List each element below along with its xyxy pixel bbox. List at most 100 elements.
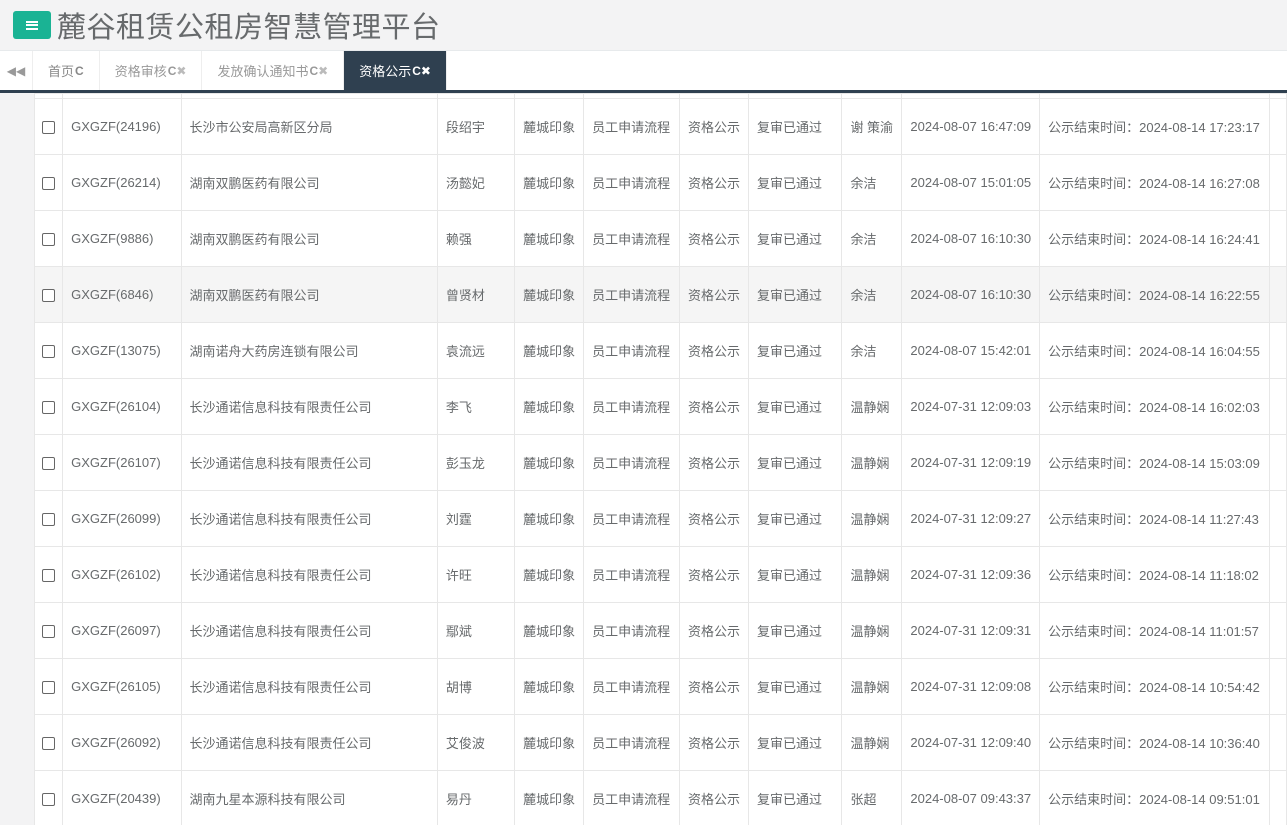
cell-reviewer: 温静娴 xyxy=(841,602,903,659)
table-row[interactable]: GXGZF(9886) 湖南双鹏医药有限公司 赖强 麓城印象 员工申请流程 资格公示 复审已… xyxy=(34,210,1287,267)
cell-end: 公示结束时间：2024-08-14 11:27:43 xyxy=(1039,490,1270,547)
cell-code: GXGZF(26099) xyxy=(62,490,182,547)
row-checkbox[interactable] xyxy=(42,121,56,135)
table-row[interactable]: GXGZF(26214) 湖南双鹏医药有限公司 汤懿妃 麓城印象 员工申请流程 资格公示复… xyxy=(34,154,1287,211)
cell-overflow xyxy=(1268,770,1287,825)
table-row[interactable]: GXGZF(6846) 湖南双鹏医药有限公司 曾贤材 麓城印象 员工申请流程 资格公示 复审… xyxy=(34,266,1287,323)
cell-name: 彭玉龙 xyxy=(436,434,516,491)
cell-flow: 员工申请流程 xyxy=(583,770,680,825)
cell-stage: 资格公示 xyxy=(678,770,749,825)
row-select-cell xyxy=(34,546,64,603)
cell-project: 麓城印象 xyxy=(514,770,585,825)
table-row[interactable]: GXGZF(24196) 长沙市公安局高新区分局 段绍宇 麓城印象 员工申请流程 资格公示… xyxy=(34,98,1287,155)
cell-status: 复审已通过 xyxy=(747,266,843,323)
row-checkbox[interactable] xyxy=(42,457,56,471)
table-row[interactable]: GXGZF(26104) 长沙通诺信息科技有限责任公司 李飞 麓城印象 员工申请流程 资格… xyxy=(34,378,1287,435)
refresh-icon[interactable]: C xyxy=(412,64,421,78)
cell-flow: 员工申请流程 xyxy=(583,266,680,323)
cell-stage: 资格公示 xyxy=(678,434,749,491)
cell-stage: 资格公示 xyxy=(678,210,749,267)
close-icon[interactable]: ✖ xyxy=(421,64,431,78)
cell-flow: 员工申请流程 xyxy=(583,490,680,547)
cell-project: 麓城印象 xyxy=(514,434,585,491)
refresh-icon[interactable]: C xyxy=(75,64,84,78)
cell-date: 2024-07-31 12:09:36 xyxy=(901,546,1041,603)
cell-code: GXGZF(26104) xyxy=(62,378,182,435)
tab-scroll-left-button[interactable]: ◀◀ xyxy=(0,51,33,90)
cell-date: 2024-07-31 12:09:19 xyxy=(901,434,1041,491)
cell-overflow xyxy=(1268,378,1287,435)
row-checkbox[interactable] xyxy=(42,401,56,415)
row-checkbox[interactable] xyxy=(42,569,56,583)
tab-label: 资格公示 xyxy=(359,64,412,79)
cell-date: 2024-07-31 12:09:31 xyxy=(901,602,1041,659)
table-row[interactable]: GXGZF(20439) 湖南九星本源科技有限公司 易丹 麓城印象 员工申请流程 资格公示… xyxy=(34,770,1287,825)
cell-project: 麓城印象 xyxy=(514,266,585,323)
cell-status: 复审已通过 xyxy=(747,490,843,547)
cell-date: 2024-08-07 16:47:09 xyxy=(901,98,1041,155)
row-checkbox[interactable] xyxy=(42,681,56,695)
row-checkbox[interactable] xyxy=(42,793,56,807)
tab-bar: ◀◀ 首页 C 资格审核 C ✖ 发放确认通知书 C ✖ 资格公示 C ✖ xyxy=(0,50,1287,93)
cell-company: 长沙通诺信息科技有限责任公司 xyxy=(180,378,438,435)
table-row[interactable]: GXGZF(26092) 长沙通诺信息科技有限责任公司 艾俊波 麓城印象 员工申请流程资… xyxy=(34,714,1287,771)
cell-end: 公示结束时间：2024-08-14 16:27:08 xyxy=(1039,154,1270,211)
data-table-container[interactable]: GXGZF(24196) 长沙市公安局高新区分局 段绍宇 麓城印象 员工申请流程 资格公示… xyxy=(34,93,1287,825)
cell-status: 复审已通过 xyxy=(747,98,843,155)
tab-home[interactable]: 首页 C xyxy=(33,51,100,90)
cell-flow: 员工申请流程 xyxy=(583,546,680,603)
refresh-icon[interactable]: C xyxy=(309,64,318,78)
cell-flow: 员工申请流程 xyxy=(583,658,680,715)
cell-project: 麓城印象 xyxy=(514,546,585,603)
row-checkbox[interactable] xyxy=(42,345,56,359)
cell-company: 长沙通诺信息科技有限责任公司 xyxy=(180,602,438,659)
table-row[interactable]: GXGZF(26102) 长沙通诺信息科技有限责任公司 许旺 麓城印象 员工申请流程 资格… xyxy=(34,546,1287,603)
tab-qualification-review[interactable]: 资格审核 C ✖ xyxy=(100,51,203,90)
cell-end: 公示结束时间：2024-08-14 09:51:01 xyxy=(1039,770,1270,825)
refresh-icon[interactable]: C xyxy=(168,64,177,78)
cell-date: 2024-08-07 15:01:05 xyxy=(901,154,1041,211)
table-row[interactable]: GXGZF(13075) 湖南诺舟大药房连锁有限公司 袁流远 麓城印象 员工申请流程 资格… xyxy=(34,322,1287,379)
row-checkbox[interactable] xyxy=(42,737,56,751)
cell-date: 2024-07-31 12:09:08 xyxy=(901,658,1041,715)
cell-code: GXGZF(9886) xyxy=(62,210,182,267)
menu-toggle-button[interactable] xyxy=(13,11,51,39)
table-row[interactable]: GXGZF(26107) 长沙通诺信息科技有限责任公司 彭玉龙 麓城印象 员工申请流程资… xyxy=(34,434,1287,491)
cell-company: 长沙通诺信息科技有限责任公司 xyxy=(180,434,438,491)
cell-project: 麓城印象 xyxy=(514,322,585,379)
row-checkbox[interactable] xyxy=(42,513,56,527)
cell-stage: 资格公示 xyxy=(678,322,749,379)
cell-company: 长沙通诺信息科技有限责任公司 xyxy=(180,490,438,547)
row-checkbox[interactable] xyxy=(42,289,56,303)
row-select-cell xyxy=(34,266,64,323)
row-checkbox[interactable] xyxy=(42,625,56,639)
table-row[interactable]: GXGZF(26097) 长沙通诺信息科技有限责任公司 鄢斌 麓城印象 员工申请流程 资格… xyxy=(34,602,1287,659)
row-select-cell xyxy=(34,434,64,491)
tab-label: 首页 xyxy=(48,64,75,79)
cell-flow: 员工申请流程 xyxy=(583,154,680,211)
row-select-cell xyxy=(34,602,64,659)
cell-overflow xyxy=(1268,602,1287,659)
tab-issue-confirmation-notice[interactable]: 发放确认通知书 C ✖ xyxy=(202,51,345,90)
cell-status: 复审已通过 xyxy=(747,210,843,267)
table-row[interactable]: GXGZF(26105) 长沙通诺信息科技有限责任公司 胡博 麓城印象 员工申请流程 资格… xyxy=(34,658,1287,715)
cell-stage: 资格公示 xyxy=(678,658,749,715)
cell-name: 曾贤材 xyxy=(436,266,516,323)
cell-project: 麓城印象 xyxy=(514,714,585,771)
cell-company: 长沙通诺信息科技有限责任公司 xyxy=(180,658,438,715)
close-icon[interactable]: ✖ xyxy=(318,64,328,78)
cell-name: 许旺 xyxy=(436,546,516,603)
table-row[interactable]: GXGZF(26099) 长沙通诺信息科技有限责任公司 刘霆 麓城印象 员工申请流程 资格… xyxy=(34,490,1287,547)
cell-code: GXGZF(13075) xyxy=(62,322,182,379)
row-checkbox[interactable] xyxy=(42,233,56,247)
cell-name: 赖强 xyxy=(436,210,516,267)
row-checkbox[interactable] xyxy=(42,177,56,191)
close-icon[interactable]: ✖ xyxy=(176,64,186,78)
cell-company: 湖南双鹏医药有限公司 xyxy=(180,154,438,211)
cell-status: 复审已通过 xyxy=(747,322,843,379)
cell-date: 2024-07-31 12:09:27 xyxy=(901,490,1041,547)
cell-project: 麓城印象 xyxy=(514,98,585,155)
cell-reviewer: 温静娴 xyxy=(841,714,903,771)
cell-flow: 员工申请流程 xyxy=(583,434,680,491)
tab-qualification-publicity[interactable]: 资格公示 C ✖ xyxy=(344,51,447,90)
